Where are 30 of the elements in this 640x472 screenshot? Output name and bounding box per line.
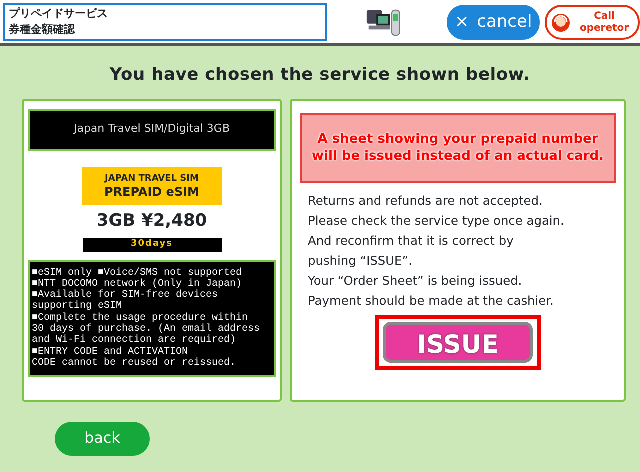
cancel-button[interactable]: × cancel [447, 5, 540, 40]
note-line: 30 days of purchase. (An email address [32, 324, 262, 335]
issue-button[interactable]: ISSUE [383, 322, 533, 362]
close-icon: × [454, 10, 470, 36]
note-line: CODE cannot be reused or reissued. [32, 358, 238, 370]
validity-label: 30days [82, 238, 222, 252]
back-button[interactable]: back [55, 422, 150, 456]
alert-line: A sheet showing your prepaid number [316, 130, 600, 148]
note-line: supporting eSIM [32, 301, 124, 312]
call-operator-button[interactable]: Call operetor [545, 5, 640, 40]
notice-line: Payment should be made at the cashier. [308, 292, 555, 310]
alert-line: will be issued instead of an actual card. [311, 148, 605, 164]
note-line: ■Complete the usage procedure within [32, 312, 248, 324]
price-text: 3GB ¥2,480 [96, 210, 208, 232]
title-line: 券種金額確認 [9, 22, 76, 38]
notice-line: Please check the service type once again. [308, 212, 566, 230]
notice-line: And reconfirm that it is correct by [308, 232, 515, 250]
page-heading: You have chosen the service shown below. [108, 64, 532, 87]
notice-line: Your “Order Sheet” is being issued. [308, 272, 524, 290]
note-line: ■Available for SIM-free devices [32, 290, 220, 302]
notice-line: pushing “ISSUE”. [308, 252, 414, 270]
product-logo: JAPAN TRAVEL SIM PREPAID eSIM [82, 166, 222, 204]
operator-icon [551, 12, 572, 32]
note-line: ■NTT DOCOMO network (Only in Japan) [32, 278, 244, 290]
notice-line: Returns and refunds are not accepted. [308, 192, 544, 210]
title-line: プリペイドサービス [9, 6, 109, 22]
note-line: ■ENTRY CODE and ACTIVATION [32, 346, 188, 358]
product-name: Japan Travel SIM/Digital 3GB [28, 108, 276, 150]
note-line: ■eSIM only ■Voice/SMS not supported [32, 268, 244, 278]
note-line: and Wi-Fi connection are required) [32, 335, 238, 346]
